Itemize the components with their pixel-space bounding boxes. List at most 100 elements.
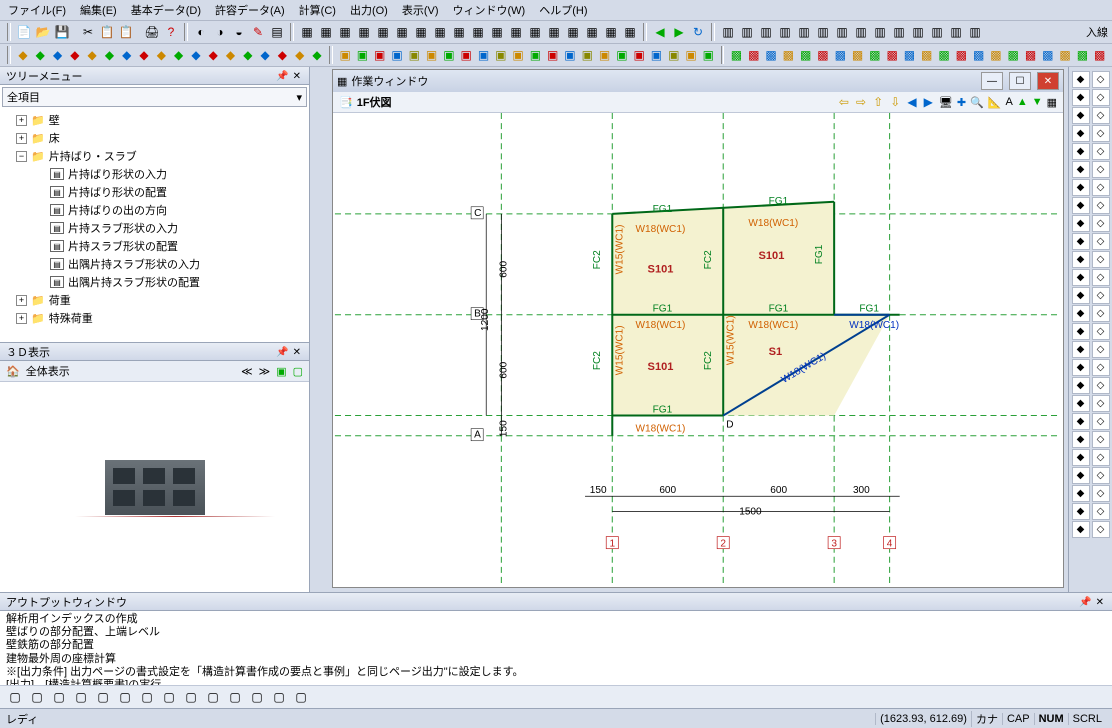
angle-icon[interactable]: 📐 [988, 96, 1002, 109]
rtool-3b-icon[interactable]: ◇ [1092, 125, 1110, 142]
tool-row2b-21-icon[interactable]: ▣ [700, 46, 716, 64]
tool-row1-10-icon[interactable]: ▦ [488, 23, 506, 41]
pin-icon[interactable]: 📌 [274, 347, 290, 358]
tool-row1-9-icon[interactable]: ▦ [469, 23, 487, 41]
menu-help[interactable]: ヘルプ(H) [539, 2, 587, 18]
output-tool-7-icon[interactable]: ▢ [160, 688, 178, 706]
tool-row2b-3-icon[interactable]: ▣ [389, 46, 405, 64]
tool-row2a-1-icon[interactable]: ◆ [32, 46, 48, 64]
rtool-8a-icon[interactable]: ◆ [1072, 215, 1090, 232]
rtool-10a-icon[interactable]: ◆ [1072, 251, 1090, 268]
tool-row2a-15-icon[interactable]: ◆ [274, 46, 290, 64]
rtool-5b-icon[interactable]: ◇ [1092, 161, 1110, 178]
rtool-13b-icon[interactable]: ◇ [1092, 305, 1110, 322]
monitor-icon[interactable]: 🖥 [939, 96, 953, 109]
save-icon[interactable]: 💾 [53, 23, 71, 41]
nav-prev-icon[interactable]: ◀ [651, 23, 669, 41]
tree-item[interactable]: +📁床 [4, 129, 305, 147]
tree-item[interactable]: ▤出隅片持スラブ形状の入力 [4, 255, 305, 273]
rtool-10b-icon[interactable]: ◇ [1092, 251, 1110, 268]
tree-item[interactable]: +📁特殊荷重 [4, 309, 305, 327]
tool-row2c-15-icon[interactable]: ▩ [988, 46, 1004, 64]
tool-row2a-12-icon[interactable]: ◆ [222, 46, 238, 64]
rtool-11a-icon[interactable]: ◆ [1072, 269, 1090, 286]
tool-row2c-0-icon[interactable]: ▩ [728, 46, 744, 64]
nav-back-icon[interactable]: ≪ [241, 365, 253, 378]
rtool-2a-icon[interactable]: ◆ [1072, 107, 1090, 124]
tool-row1-0-icon[interactable]: ▦ [298, 23, 316, 41]
rtool-24b-icon[interactable]: ◇ [1092, 503, 1110, 520]
tool-row2b-8-icon[interactable]: ▣ [475, 46, 491, 64]
tool-row2b-1-icon[interactable]: ▣ [354, 46, 370, 64]
nav-reload-icon[interactable]: ↻ [689, 23, 707, 41]
rtool-17b-icon[interactable]: ◇ [1092, 377, 1110, 394]
rtool-0b-icon[interactable]: ◇ [1092, 71, 1110, 88]
doc-icon[interactable]: 📑 [339, 96, 353, 109]
rtool-21a-icon[interactable]: ◆ [1072, 449, 1090, 466]
pin-icon[interactable]: 📌 [1077, 597, 1093, 608]
menu-file[interactable]: ファイル(F) [8, 2, 66, 18]
menu-calc[interactable]: 計算(C) [299, 2, 336, 18]
tool-row2a-14-icon[interactable]: ◆ [257, 46, 273, 64]
tool-row2b-12-icon[interactable]: ▣ [545, 46, 561, 64]
output-tool-9-icon[interactable]: ▢ [204, 688, 222, 706]
tool-a-icon[interactable]: ◐ [192, 23, 210, 41]
tool-row2b-20-icon[interactable]: ▣ [683, 46, 699, 64]
menu-window[interactable]: ウィンドウ(W) [453, 2, 526, 18]
tree-item[interactable]: ▤片持ばりの出の方向 [4, 201, 305, 219]
tool-row1-17-icon[interactable]: ▦ [621, 23, 639, 41]
layout-tool-3-icon[interactable]: ▥ [776, 23, 794, 41]
tool-row2a-3-icon[interactable]: ◆ [67, 46, 83, 64]
output-tool-1-icon[interactable]: ▢ [28, 688, 46, 706]
tool-row2b-15-icon[interactable]: ▣ [596, 46, 612, 64]
close-icon[interactable]: ✕ [291, 71, 303, 82]
view3d-canvas[interactable] [0, 382, 309, 592]
tool-row2c-10-icon[interactable]: ▩ [901, 46, 917, 64]
rtool-4b-icon[interactable]: ◇ [1092, 143, 1110, 160]
tool-row2c-7-icon[interactable]: ▩ [849, 46, 865, 64]
expander-icon[interactable]: + [16, 133, 27, 144]
output-body[interactable]: 解析用インデックスの作成 壁ばりの部分配置、上端レベル 壁鉄筋の部分配置 建物最… [0, 611, 1112, 685]
tool-row2c-18-icon[interactable]: ▩ [1040, 46, 1056, 64]
rtool-23a-icon[interactable]: ◆ [1072, 485, 1090, 502]
tool-row2a-5-icon[interactable]: ◆ [101, 46, 117, 64]
rtool-19b-icon[interactable]: ◇ [1092, 413, 1110, 430]
rtool-15a-icon[interactable]: ◆ [1072, 341, 1090, 358]
text-icon[interactable]: A [1005, 96, 1012, 108]
tool-row2b-11-icon[interactable]: ▣ [527, 46, 543, 64]
close-icon[interactable]: ✕ [291, 347, 303, 358]
tool-row2b-16-icon[interactable]: ▣ [614, 46, 630, 64]
tool-row2c-8-icon[interactable]: ▩ [867, 46, 883, 64]
layout-tool-4-icon[interactable]: ▥ [795, 23, 813, 41]
input-line-label[interactable]: 入線 [1086, 24, 1108, 40]
tool-row2b-10-icon[interactable]: ▣ [510, 46, 526, 64]
rtool-23b-icon[interactable]: ◇ [1092, 485, 1110, 502]
output-tool-13-icon[interactable]: ▢ [292, 688, 310, 706]
tool-row2a-11-icon[interactable]: ◆ [205, 46, 221, 64]
tool-row2c-20-icon[interactable]: ▩ [1074, 46, 1090, 64]
tool-row2c-14-icon[interactable]: ▩ [970, 46, 986, 64]
rtool-16b-icon[interactable]: ◇ [1092, 359, 1110, 376]
tool-e-icon[interactable]: ▤ [268, 23, 286, 41]
zoom-icon[interactable]: 🔍 [970, 96, 984, 109]
output-tool-11-icon[interactable]: ▢ [248, 688, 266, 706]
output-tool-3-icon[interactable]: ▢ [72, 688, 90, 706]
rtool-1a-icon[interactable]: ◆ [1072, 89, 1090, 106]
tool-row1-4-icon[interactable]: ▦ [374, 23, 392, 41]
output-tool-2-icon[interactable]: ▢ [50, 688, 68, 706]
arrow-right-icon[interactable]: ▶ [922, 95, 935, 109]
rtool-24a-icon[interactable]: ◆ [1072, 503, 1090, 520]
tool-row1-16-icon[interactable]: ▦ [602, 23, 620, 41]
rtool-6a-icon[interactable]: ◆ [1072, 179, 1090, 196]
tool-row1-7-icon[interactable]: ▦ [431, 23, 449, 41]
tool-row1-8-icon[interactable]: ▦ [450, 23, 468, 41]
tool-row2c-12-icon[interactable]: ▩ [936, 46, 952, 64]
paste-icon[interactable]: 📋 [117, 23, 135, 41]
tool-row2c-5-icon[interactable]: ▩ [815, 46, 831, 64]
tool-row2a-17-icon[interactable]: ◆ [309, 46, 325, 64]
rtool-22b-icon[interactable]: ◇ [1092, 467, 1110, 484]
rtool-16a-icon[interactable]: ◆ [1072, 359, 1090, 376]
tool-row2b-6-icon[interactable]: ▣ [441, 46, 457, 64]
expander-icon[interactable]: + [16, 115, 27, 126]
tool-row2b-4-icon[interactable]: ▣ [406, 46, 422, 64]
